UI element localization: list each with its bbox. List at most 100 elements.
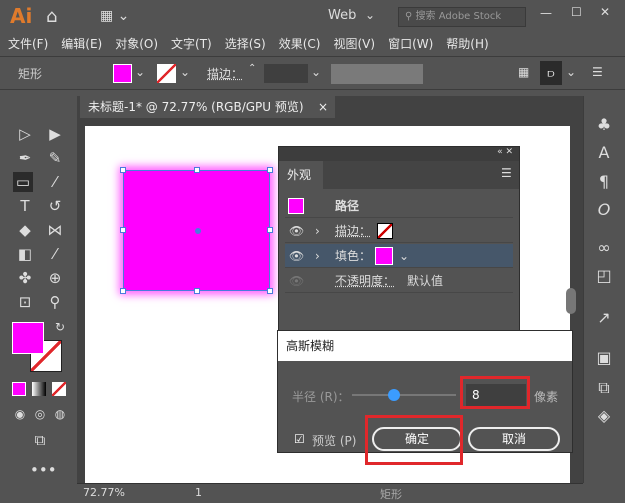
fill-swatch[interactable]	[113, 64, 132, 83]
tab-appearance[interactable]: 外观	[279, 161, 323, 189]
zoom-level[interactable]: 72.77%	[83, 486, 125, 499]
menu-effect[interactable]: 效果(C)	[271, 34, 326, 56]
menu-help[interactable]: 帮助(H)	[438, 34, 493, 56]
chevron-down-icon[interactable]: ⌄	[311, 65, 321, 79]
resize-handle[interactable]	[267, 167, 273, 173]
menu-list-icon[interactable]: ☰	[592, 65, 603, 79]
pen-tool-icon[interactable]: ✒	[15, 148, 35, 168]
cancel-button[interactable]: 取消	[468, 427, 560, 451]
vertical-scrollbar[interactable]	[566, 288, 576, 314]
resize-handle[interactable]	[120, 288, 126, 294]
artboards-icon[interactable]: ◰	[592, 266, 616, 288]
stroke-swatch[interactable]	[377, 223, 393, 239]
eye-icon[interactable]: 👁	[289, 269, 304, 293]
opentype-icon[interactable]: O	[592, 200, 616, 222]
draw-behind-icon[interactable]: ◎	[30, 404, 50, 424]
opacity-row[interactable]: 👁 不透明度： 默认值	[285, 269, 513, 293]
stroke-row[interactable]: 👁 › 描边：	[285, 219, 513, 243]
zoom-tool-icon[interactable]: ⚲	[45, 292, 65, 312]
menu-object[interactable]: 对象(O)	[107, 34, 163, 56]
menu-file[interactable]: 文件(F)	[0, 34, 53, 56]
symbols-icon[interactable]: ♣	[592, 115, 616, 137]
selection-tool-icon[interactable]: ▷	[15, 124, 35, 144]
resize-handle[interactable]	[267, 288, 273, 294]
direct-selection-tool-icon[interactable]: ▶	[45, 124, 65, 144]
links-icon[interactable]: ∞	[592, 238, 616, 260]
magenta-rectangle[interactable]	[120, 167, 273, 294]
collapse-icon[interactable]: «	[497, 147, 503, 157]
document-tab[interactable]: 未标题-1* @ 72.77% (RGB/GPU 预览) ×	[80, 96, 335, 118]
export-icon[interactable]: ↗	[592, 308, 616, 330]
chevron-down-icon[interactable]: ⌄	[180, 65, 190, 79]
home-icon[interactable]: ⌂	[46, 6, 57, 27]
close-panel-icon[interactable]: ✕	[505, 147, 513, 157]
chevron-down-icon[interactable]: ⌄	[566, 65, 576, 79]
none-mode-icon[interactable]	[52, 382, 66, 396]
expand-chevron-icon[interactable]: ›	[315, 219, 320, 243]
rotate-tool-icon[interactable]: ↺	[45, 196, 65, 216]
artboard-tool-icon[interactable]: ⊡	[15, 292, 35, 312]
width-tool-icon[interactable]: ⋈	[45, 220, 65, 240]
align-icon[interactable]: ⫐	[540, 61, 562, 85]
panel-menu-icon[interactable]: ☰	[501, 166, 512, 180]
eye-icon[interactable]: 👁	[289, 244, 304, 268]
resize-handle[interactable]	[120, 167, 126, 173]
stroke-none-swatch[interactable]	[157, 64, 176, 83]
stroke-weight-input[interactable]	[264, 64, 308, 83]
grid-icon[interactable]: ▦	[518, 65, 529, 79]
transform-icon[interactable]: ⧉	[592, 378, 616, 400]
curvature-tool-icon[interactable]: ✎	[45, 148, 65, 168]
draw-inside-icon[interactable]: ◍	[50, 404, 70, 424]
eraser-tool-icon[interactable]: ◆	[15, 220, 35, 240]
swap-colors-icon[interactable]: ↻	[55, 320, 65, 334]
menu-edit[interactable]: 编辑(E)	[53, 34, 107, 56]
minimize-button[interactable]: —	[540, 6, 552, 20]
menu-window[interactable]: 窗口(W)	[380, 34, 438, 56]
maximize-button[interactable]: ☐	[571, 5, 582, 19]
gradient-tool-icon[interactable]: ◧	[15, 244, 35, 264]
workspace-switcher[interactable]: Web	[328, 8, 356, 23]
draw-normal-icon[interactable]: ◉	[10, 404, 30, 424]
color-mode-icon[interactable]	[12, 382, 26, 396]
expand-chevron-icon[interactable]: ›	[315, 244, 320, 268]
opacity-label[interactable]: 不透明度：	[335, 269, 395, 293]
variable-width-select[interactable]	[331, 64, 423, 84]
page-number[interactable]: 1	[195, 486, 202, 499]
close-button[interactable]: ✕	[600, 5, 610, 19]
workspace-layout-icon[interactable]: ▦ ⌄	[100, 8, 129, 24]
libraries-icon[interactable]: ▣	[592, 348, 616, 370]
resize-handle[interactable]	[194, 288, 200, 294]
gradient-mode-icon[interactable]	[32, 382, 46, 396]
more-tools-icon[interactable]: •••	[30, 460, 57, 480]
resize-handle[interactable]	[194, 167, 200, 173]
menu-select[interactable]: 选择(S)	[217, 34, 271, 56]
shape-builder-icon[interactable]: ⊕	[45, 268, 65, 288]
radius-slider[interactable]	[352, 394, 456, 396]
resize-handle[interactable]	[120, 227, 126, 233]
screen-mode-icon[interactable]: ⧉	[30, 430, 50, 450]
chevron-down-icon[interactable]: ⌄	[365, 8, 375, 22]
paintbrush-tool-icon[interactable]: ⁄	[45, 172, 65, 192]
paragraph-icon[interactable]: ¶	[592, 172, 616, 194]
fill-row[interactable]: 👁 › 填色： ⌄	[285, 244, 513, 268]
resize-handle[interactable]	[267, 227, 273, 233]
character-icon[interactable]: A	[592, 143, 616, 165]
fill-swatch[interactable]	[375, 247, 393, 265]
radius-slider-thumb[interactable]	[387, 389, 400, 401]
eye-icon[interactable]: 👁	[289, 219, 304, 243]
menu-type[interactable]: 文字(T)	[163, 34, 217, 56]
menu-view[interactable]: 视图(V)	[325, 34, 380, 56]
stroke-stepper[interactable]: ⌃	[248, 63, 256, 74]
preview-label[interactable]: 预览 (P)	[312, 432, 356, 449]
layers-icon[interactable]: ◈	[592, 406, 616, 428]
preview-checkbox[interactable]: ☑	[294, 432, 305, 446]
chevron-down-icon[interactable]: ⌄	[399, 244, 409, 268]
chevron-down-icon[interactable]: ⌄	[135, 65, 145, 79]
fill-label[interactable]: 填色：	[335, 244, 371, 268]
stock-search-input[interactable]: ⚲ 搜索 Adobe Stock	[398, 7, 526, 27]
rectangle-tool-icon[interactable]: ▭	[13, 172, 33, 192]
eyedropper-tool-icon[interactable]: ⁄	[45, 244, 65, 264]
stroke-label[interactable]: 描边：	[335, 219, 371, 243]
fill-color-swatch[interactable]	[12, 322, 44, 354]
close-tab-icon[interactable]: ×	[318, 96, 328, 118]
